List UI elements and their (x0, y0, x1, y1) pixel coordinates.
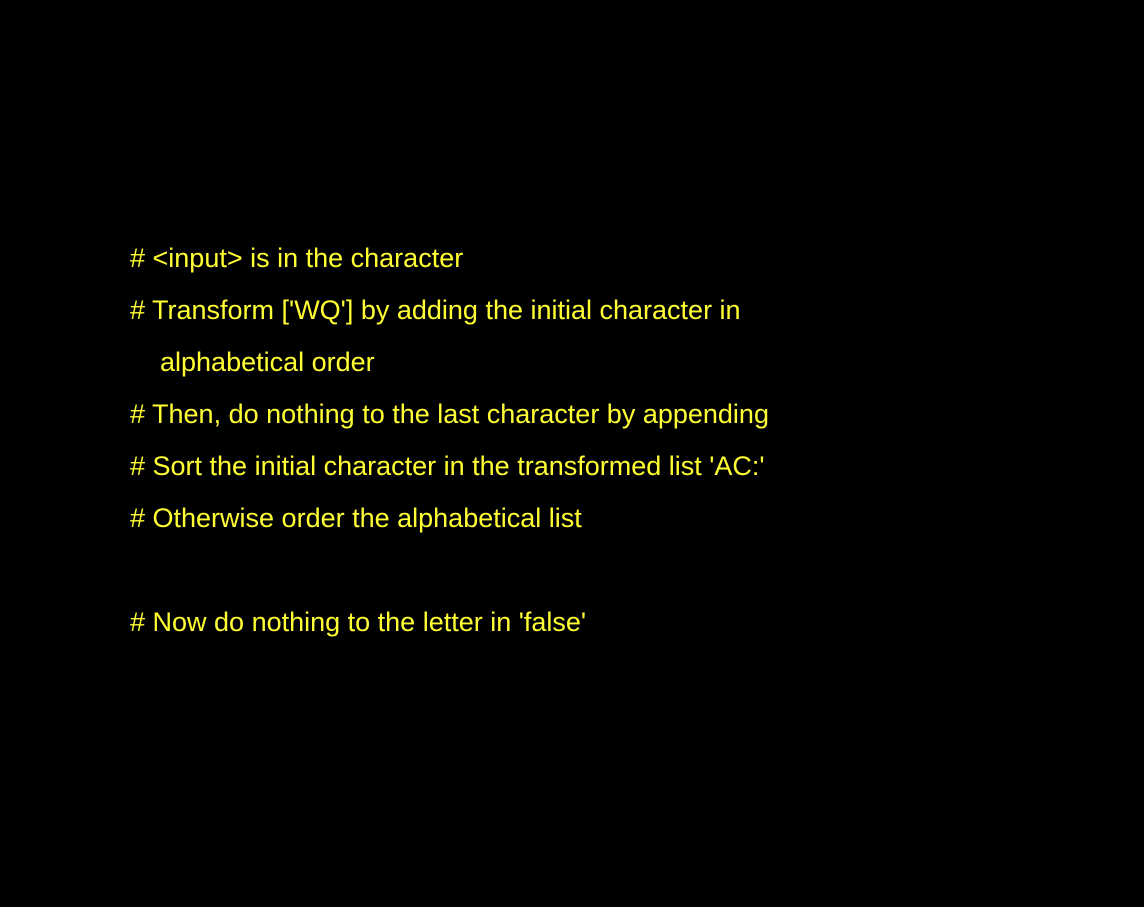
code-line-2: # Transform ['WQ'] by adding the initial… (130, 295, 741, 325)
code-line-1: # <input> is in the character (130, 243, 464, 273)
code-line-2-continuation: alphabetical order (160, 347, 375, 377)
code-line-3: # Then, do nothing to the last character… (130, 399, 769, 429)
code-screen: # <input> is in the character # Transfor… (0, 0, 1144, 907)
code-line-4: # Sort the initial character in the tran… (130, 451, 765, 481)
code-line-6: # Now do nothing to the letter in 'false… (130, 607, 587, 637)
code-line-5: # Otherwise order the alphabetical list (130, 503, 582, 533)
code-comment-block: # <input> is in the character # Transfor… (130, 232, 1130, 648)
